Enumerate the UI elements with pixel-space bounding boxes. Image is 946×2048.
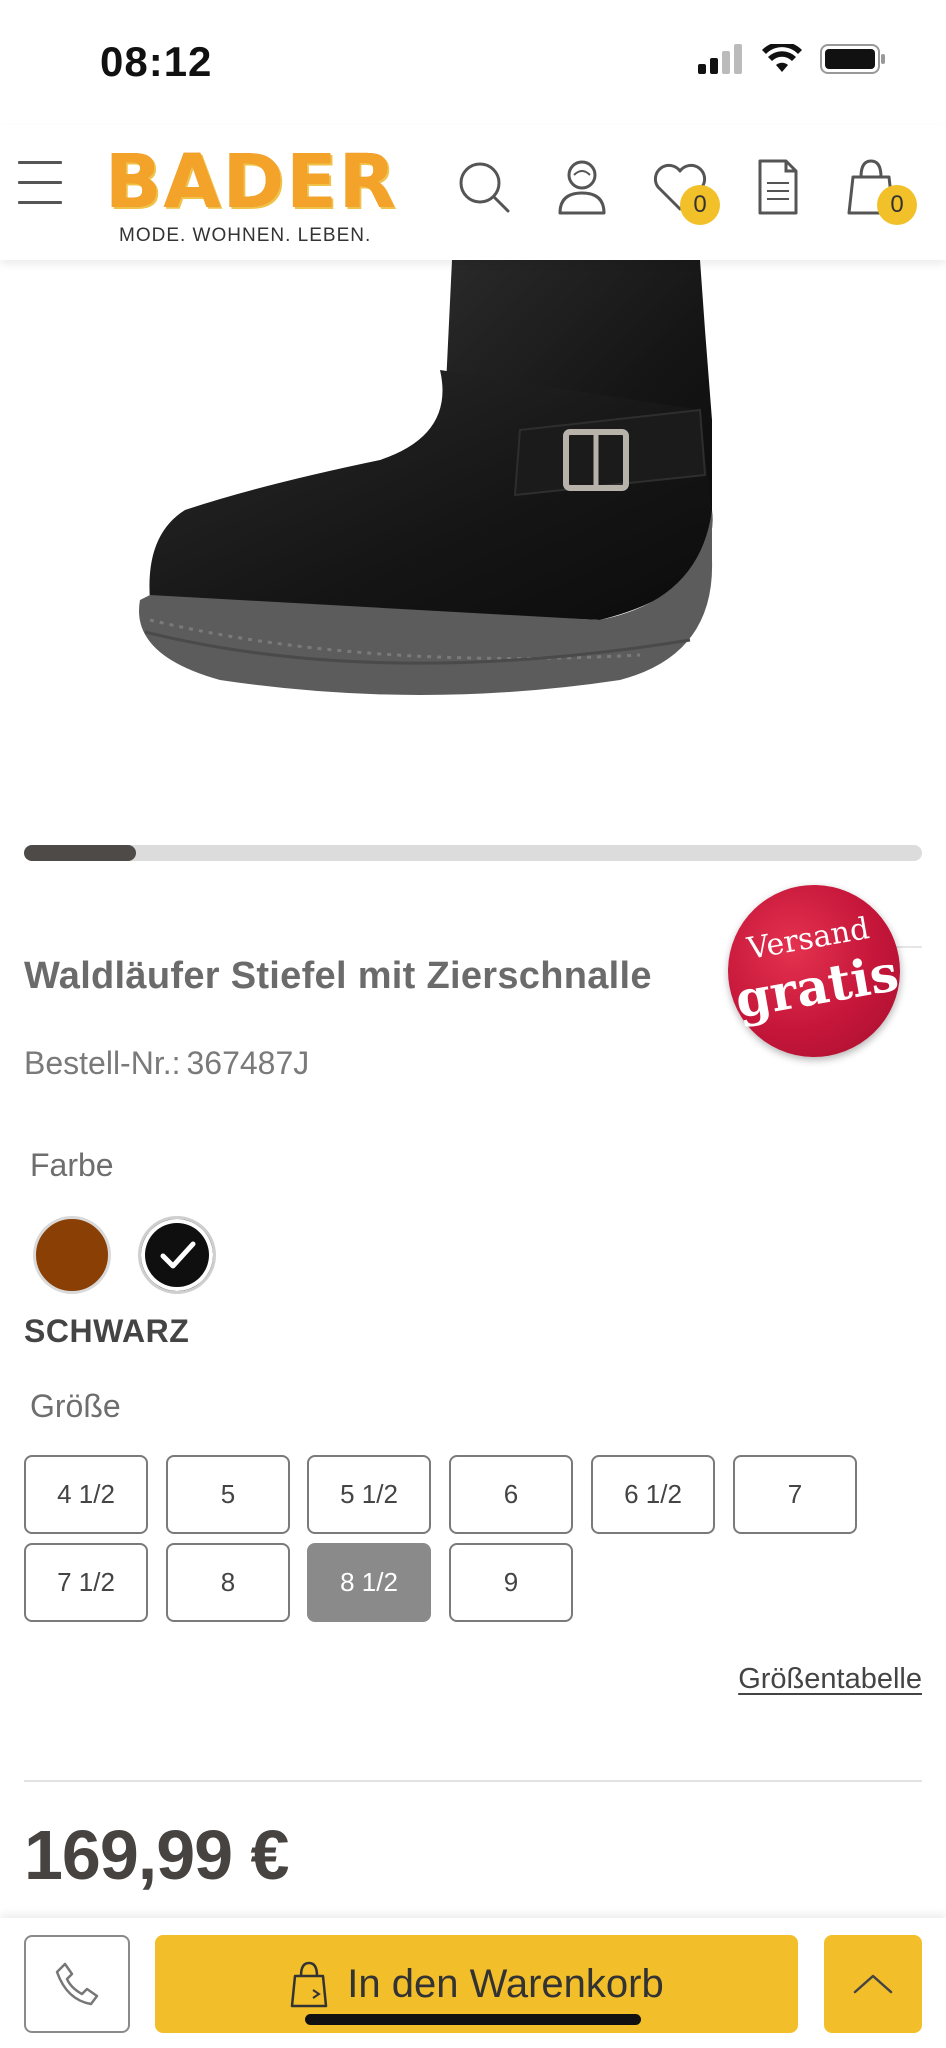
size-option[interactable]: 8 bbox=[166, 1543, 290, 1622]
gallery-scrollbar-thumb[interactable] bbox=[24, 845, 137, 861]
wishlist-count-badge: 0 bbox=[680, 185, 720, 225]
user-icon bbox=[558, 160, 606, 215]
boot-image bbox=[139, 260, 713, 695]
search-icon bbox=[459, 162, 510, 213]
chevron-up-icon bbox=[853, 1974, 893, 1994]
color-swatch-black[interactable] bbox=[138, 1216, 216, 1294]
status-bar: 08:12 bbox=[0, 0, 946, 125]
logo-tagline: MODE. WOHNEN. LEBEN. bbox=[119, 225, 372, 246]
shopping-bag-icon bbox=[291, 1961, 328, 2008]
color-label: Farbe bbox=[30, 1147, 114, 1183]
size-option[interactable]: 5 bbox=[166, 1455, 290, 1534]
wishlist-button[interactable]: 0 bbox=[650, 155, 720, 225]
logo-wordmark: BADER bbox=[105, 139, 398, 225]
size-option[interactable]: 6 1/2 bbox=[591, 1455, 715, 1534]
selected-color-name: SCHWARZ bbox=[24, 1313, 190, 1349]
order-number: Bestell-Nr.: 367487J bbox=[24, 1045, 309, 1082]
wifi-icon bbox=[762, 44, 802, 72]
size-chart-link[interactable]: Größentabelle bbox=[738, 1663, 922, 1696]
scroll-to-top-button[interactable] bbox=[824, 1935, 922, 2033]
product-price: 169,99 € bbox=[24, 1816, 289, 1894]
size-option[interactable]: 8 1/2 bbox=[307, 1543, 431, 1622]
document-icon bbox=[758, 159, 798, 215]
color-swatch-brown[interactable] bbox=[33, 1216, 111, 1294]
size-option[interactable]: 7 1/2 bbox=[24, 1543, 148, 1622]
site-header: BADER MODE. WOHNEN. LEBEN. 0 0 bbox=[0, 125, 946, 260]
search-button[interactable] bbox=[455, 155, 515, 219]
checkmark-icon bbox=[160, 1241, 196, 1269]
status-icons bbox=[698, 44, 886, 74]
hamburger-menu-icon bbox=[18, 161, 62, 164]
bottom-action-bar: In den Warenkorb bbox=[0, 1918, 946, 2048]
product-title: Waldläufer Stiefel mit Zierschnalle bbox=[24, 955, 652, 997]
size-label: Größe bbox=[30, 1388, 121, 1424]
menu-button[interactable] bbox=[18, 161, 62, 211]
free-shipping-badge: Versand gratis bbox=[714, 871, 914, 1071]
gallery-scrollbar[interactable] bbox=[24, 845, 922, 861]
size-option[interactable]: 5 1/2 bbox=[307, 1455, 431, 1534]
order-number-value: 367487J bbox=[186, 1045, 310, 1081]
status-time: 08:12 bbox=[100, 38, 213, 85]
size-option[interactable]: 6 bbox=[449, 1455, 573, 1534]
account-button[interactable] bbox=[552, 155, 612, 219]
add-to-cart-label: In den Warenkorb bbox=[347, 1961, 664, 2006]
phone-icon bbox=[55, 1962, 99, 2006]
bader-logo[interactable]: BADER MODE. WOHNEN. LEBEN. bbox=[105, 139, 398, 253]
order-number-label: Bestell-Nr.: bbox=[24, 1045, 181, 1081]
product-image[interactable] bbox=[0, 260, 946, 800]
cellular-signal-icon bbox=[698, 44, 742, 74]
call-button[interactable] bbox=[24, 1935, 130, 2033]
size-option[interactable]: 4 1/2 bbox=[24, 1455, 148, 1534]
divider bbox=[24, 1780, 922, 1782]
notepad-button[interactable] bbox=[748, 155, 808, 219]
home-indicator[interactable] bbox=[305, 2014, 641, 2025]
battery-icon bbox=[820, 44, 885, 74]
size-option[interactable]: 9 bbox=[449, 1543, 573, 1622]
cart-count-badge: 0 bbox=[877, 185, 917, 225]
size-option[interactable]: 7 bbox=[733, 1455, 857, 1534]
cart-button[interactable]: 0 bbox=[845, 155, 917, 225]
